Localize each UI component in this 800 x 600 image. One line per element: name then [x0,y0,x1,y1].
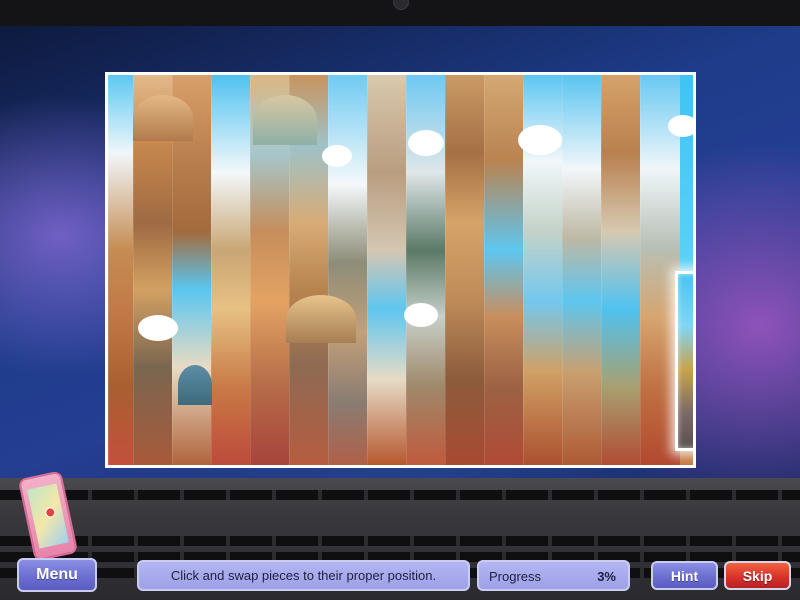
skip-button[interactable]: Skip [724,561,791,590]
dome-detail [253,95,317,145]
cloud-detail [668,115,693,137]
puzzle-piece[interactable] [562,75,602,465]
webcam [393,0,409,10]
puzzle-piece[interactable] [445,75,485,465]
puzzle-board [108,75,693,465]
keyboard-row [0,490,800,500]
hint-button[interactable]: Hint [651,561,718,590]
cloud-detail [518,125,562,155]
puzzle-piece[interactable] [211,75,251,465]
puzzle-piece[interactable] [328,75,368,465]
keyboard-row [0,536,800,546]
map-pin-icon [44,506,57,519]
dome-detail [286,295,356,343]
laptop-bezel [0,0,800,500]
cloud-detail [404,303,438,327]
selected-puzzle-piece[interactable] [675,271,693,451]
puzzle-piece[interactable] [484,75,524,465]
menu-button[interactable]: Menu [17,558,97,592]
puzzle-piece[interactable] [367,75,407,465]
instruction-bar: Click and swap pieces to their proper po… [137,560,470,591]
progress-value: 3% [597,569,616,584]
dome-detail [178,365,212,405]
dome-detail [133,95,193,141]
phone-screen [27,483,69,549]
cloud-detail [322,145,352,167]
cloud-detail [138,315,178,341]
progress-label: Progress [489,569,542,584]
instruction-text: Click and swap pieces to their proper po… [170,568,437,583]
progress-panel: Progress 3% [477,560,630,591]
puzzle-piece[interactable] [601,75,641,465]
cloud-detail [408,130,444,156]
puzzle-frame [105,72,696,468]
laptop-screen [0,26,800,478]
